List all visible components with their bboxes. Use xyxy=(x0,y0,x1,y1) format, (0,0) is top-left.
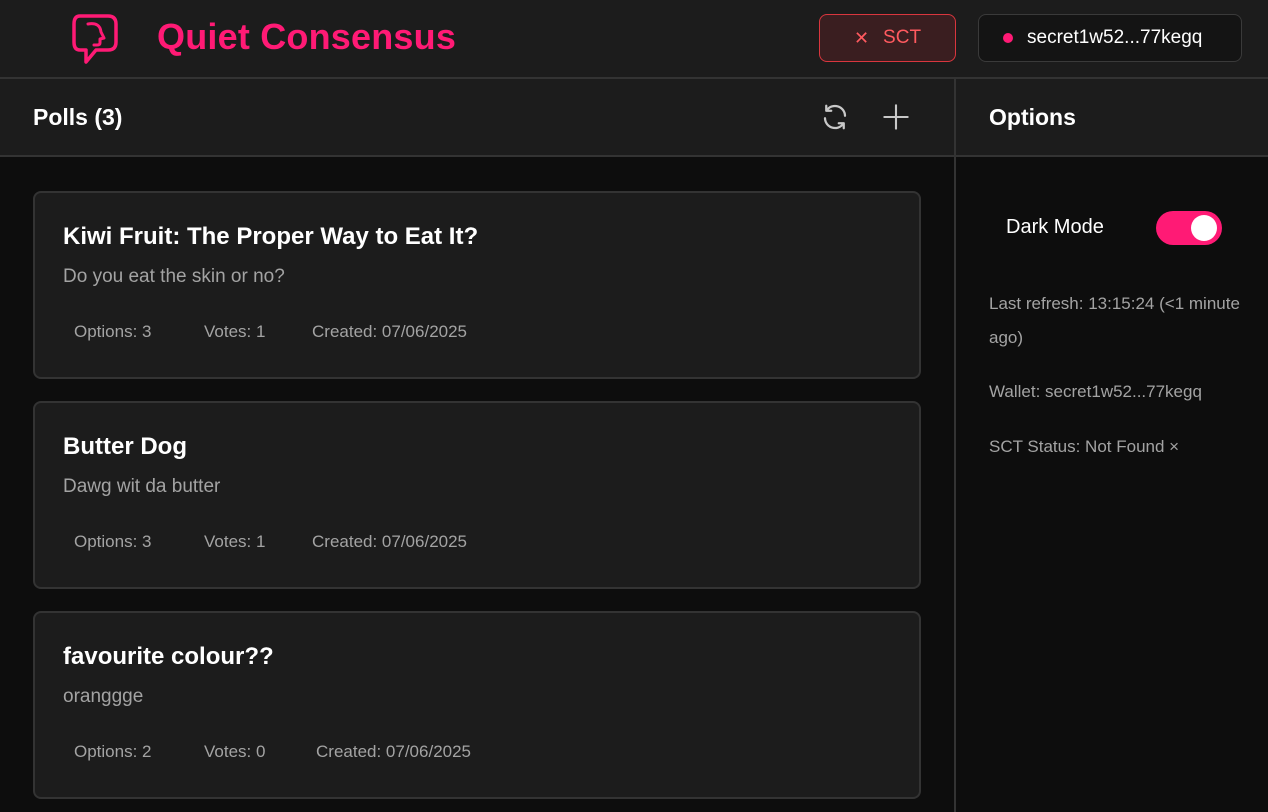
poll-description: Dawg wit da butter xyxy=(63,476,221,497)
poll-options-count: Options: 3 xyxy=(74,532,152,551)
sct-button[interactable]: ✕ SCT xyxy=(819,14,956,62)
app-title: Quiet Consensus xyxy=(157,16,457,57)
poll-created-date: Created: 07/06/2025 xyxy=(312,532,468,551)
close-icon: ✕ xyxy=(853,27,870,48)
polls-header: Polls (3) xyxy=(0,79,954,157)
polls-title: Polls (3) xyxy=(33,104,123,130)
poll-votes-count: Votes: 1 xyxy=(204,322,266,341)
app-root: Quiet Consensus ✕ SCT secret1w52...77keg… xyxy=(0,0,1268,812)
poll-options-count: Options: 2 xyxy=(74,742,152,761)
refresh-button[interactable] xyxy=(817,99,853,135)
wallet-button[interactable]: secret1w52...77kegq xyxy=(978,14,1242,62)
poll-description: Do you eat the skin or no? xyxy=(63,266,285,287)
wallet-status-dot xyxy=(1003,33,1013,43)
poll-votes-count: Votes: 1 xyxy=(204,532,266,551)
poll-card[interactable]: favourite colour?? oranggge Options: 2 V… xyxy=(33,611,921,799)
sct-button-label: SCT xyxy=(883,27,922,48)
poll-title: Kiwi Fruit: The Proper Way to Eat It? xyxy=(63,223,479,250)
plus-icon xyxy=(883,104,909,130)
poll-votes-count: Votes: 0 xyxy=(204,742,266,761)
refresh-icon xyxy=(823,104,847,130)
top-bar: Quiet Consensus ✕ SCT secret1w52...77keg… xyxy=(0,0,1268,79)
poll-title: Butter Dog xyxy=(63,433,187,460)
options-title: Options xyxy=(989,104,1076,130)
poll-card[interactable]: Kiwi Fruit: The Proper Way to Eat It? Do… xyxy=(33,191,921,379)
add-poll-button[interactable] xyxy=(878,99,914,135)
poll-options-count: Options: 3 xyxy=(74,322,152,341)
sct-status-text: SCT Status: Not Found × xyxy=(989,437,1180,456)
last-refresh-text: Last refresh: 13:15:24 (<1 minute ago) xyxy=(989,294,1240,347)
poll-description: oranggge xyxy=(63,686,144,707)
logo-icon xyxy=(70,12,120,66)
poll-created-date: Created: 07/06/2025 xyxy=(316,742,472,761)
wallet-info-text: Wallet: secret1w52...77kegq xyxy=(989,382,1202,401)
poll-title: favourite colour?? xyxy=(63,643,274,670)
poll-card[interactable]: Butter Dog Dawg wit da butter Options: 3… xyxy=(33,401,921,589)
poll-created-date: Created: 07/06/2025 xyxy=(312,322,468,341)
wallet-button-label: secret1w52...77kegq xyxy=(1027,27,1203,48)
options-header: Options xyxy=(956,79,1268,157)
polls-list: Kiwi Fruit: The Proper Way to Eat It? Do… xyxy=(0,157,954,812)
dark-mode-label: Dark Mode xyxy=(1006,216,1104,238)
dark-mode-toggle[interactable] xyxy=(1156,211,1222,245)
toggle-knob xyxy=(1191,215,1217,241)
options-panel: Dark Mode Last refresh: 13:15:24 (<1 min… xyxy=(956,157,1268,812)
